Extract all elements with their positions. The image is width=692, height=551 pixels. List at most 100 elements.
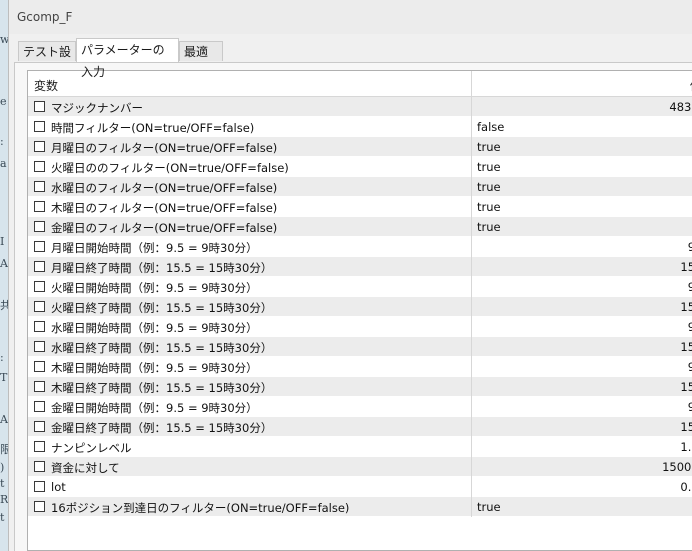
tab-test-settings[interactable]: テスト設定 (18, 41, 76, 79)
parameter-value[interactable]: 9.0 (688, 320, 692, 334)
cell-divider (471, 417, 472, 437)
parameter-value[interactable]: true (477, 500, 501, 514)
parameter-rows: マジックナンバー 48367 時間フィルター(ON=true/OFF=false) f… (28, 97, 692, 517)
optimize-checkbox[interactable] (34, 101, 45, 112)
optimize-checkbox[interactable] (34, 381, 45, 392)
parameter-name: 水曜日のフィルター(ON=true/OFF=false) (51, 181, 278, 195)
optimize-checkbox[interactable] (34, 261, 45, 272)
optimize-checkbox[interactable] (34, 141, 45, 152)
optimize-checkbox[interactable] (34, 221, 45, 232)
parameter-value[interactable]: true (477, 140, 501, 154)
parameter-value[interactable]: 9.0 (688, 360, 692, 374)
parameter-value[interactable]: 15.0 (680, 260, 692, 274)
column-divider[interactable] (471, 71, 472, 96)
optimize-checkbox[interactable] (34, 301, 45, 312)
parameter-name: 金曜日開始時間（例：9.5 = 9時30分） (51, 401, 258, 415)
cell-divider (471, 437, 472, 457)
parameter-name: 月曜日開始時間（例：9.5 = 9時30分） (51, 241, 258, 255)
optimize-checkbox[interactable] (34, 121, 45, 132)
parameter-value[interactable]: 0.01 (680, 480, 692, 494)
parameter-value[interactable]: 1.25 (680, 440, 692, 454)
table-row[interactable]: lot 0.01 (28, 477, 692, 497)
parameter-name: 月曜日のフィルター(ON=true/OFF=false) (51, 141, 278, 155)
cell-divider (471, 217, 472, 237)
parameter-value[interactable]: true (477, 160, 501, 174)
table-row[interactable]: 水曜日開始時間（例：9.5 = 9時30分） 9.0 (28, 317, 692, 337)
optimize-checkbox[interactable] (34, 341, 45, 352)
parameter-value[interactable]: true (477, 180, 501, 194)
column-header-variable[interactable]: 変数 (34, 77, 58, 94)
parameter-value[interactable]: 48367 (669, 100, 692, 114)
parameter-value[interactable]: 9.0 (688, 400, 692, 414)
parameter-name: 火曜日終了時間（例：15.5 = 15時30分） (51, 301, 273, 315)
table-row[interactable]: 金曜日のフィルター(ON=true/OFF=false) true (28, 217, 692, 237)
tab-optimization[interactable]: 最適化 (179, 41, 223, 79)
optimize-checkbox[interactable] (34, 401, 45, 412)
table-row[interactable]: 資金に対して 150000 (28, 457, 692, 477)
table-row[interactable]: 火曜日開始時間（例：9.5 = 9時30分） 9.0 (28, 277, 692, 297)
parameter-value[interactable]: 9.0 (688, 240, 692, 254)
cell-divider (471, 297, 472, 317)
tab-panel: 変数 値 マジックナンバー 48367 時間フィルター(ON=true/OFF=fa… (14, 63, 692, 551)
parameter-name: 資金に対して (51, 461, 120, 475)
parameter-name: 16ポジション到達日のフィルター(ON=true/OFF=false) (51, 501, 350, 515)
table-row[interactable]: マジックナンバー 48367 (28, 97, 692, 117)
table-row[interactable]: 水曜日のフィルター(ON=true/OFF=false) true (28, 177, 692, 197)
table-row[interactable]: 木曜日開始時間（例：9.5 = 9時30分） 9.0 (28, 357, 692, 377)
optimize-checkbox[interactable] (34, 481, 45, 492)
table-row[interactable]: 金曜日終了時間（例：15.5 = 15時30分） 15.0 (28, 417, 692, 437)
title-bar: Gcomp_F (9, 0, 692, 34)
optimize-checkbox[interactable] (34, 321, 45, 332)
cell-divider (471, 177, 472, 197)
parameter-value[interactable]: 15.0 (680, 340, 692, 354)
optimize-checkbox[interactable] (34, 161, 45, 172)
cell-divider (471, 457, 472, 477)
parameter-name: 金曜日のフィルター(ON=true/OFF=false) (51, 221, 278, 235)
cell-divider (471, 237, 472, 257)
table-row[interactable]: 水曜日終了時間（例：15.5 = 15時30分） 15.0 (28, 337, 692, 357)
table-row[interactable]: 月曜日開始時間（例：9.5 = 9時30分） 9.0 (28, 237, 692, 257)
tab-parameter-input[interactable]: パラメーターの入力 (76, 38, 179, 79)
optimize-checkbox[interactable] (34, 501, 45, 512)
table-row[interactable]: 月曜日のフィルター(ON=true/OFF=false) true (28, 137, 692, 157)
optimize-checkbox[interactable] (34, 361, 45, 372)
parameter-value[interactable]: true (477, 200, 501, 214)
optimize-checkbox[interactable] (34, 421, 45, 432)
table-row[interactable]: 木曜日のフィルター(ON=true/OFF=false) true (28, 197, 692, 217)
table-row[interactable]: 16ポジション到達日のフィルター(ON=true/OFF=false) true (28, 497, 692, 517)
parameter-value[interactable]: false (477, 120, 504, 134)
grid-header: 変数 値 (28, 71, 692, 97)
parameter-value[interactable]: true (477, 220, 501, 234)
table-row[interactable]: 月曜日終了時間（例：15.5 = 15時30分） 15.0 (28, 257, 692, 277)
parameter-value[interactable]: 150000 (662, 460, 692, 474)
table-row[interactable]: ナンピンレベル 1.25 (28, 437, 692, 457)
parameter-value[interactable]: 15.0 (680, 380, 692, 394)
parameter-name: 月曜日終了時間（例：15.5 = 15時30分） (51, 261, 273, 275)
cell-divider (471, 157, 472, 177)
parameter-name: 水曜日終了時間（例：15.5 = 15時30分） (51, 341, 273, 355)
optimize-checkbox[interactable] (34, 441, 45, 452)
table-row[interactable]: 木曜日終了時間（例：15.5 = 15時30分） 15.0 (28, 377, 692, 397)
cell-divider (471, 137, 472, 157)
table-row[interactable]: 時間フィルター(ON=true/OFF=false) false (28, 117, 692, 137)
optimize-checkbox[interactable] (34, 461, 45, 472)
parameter-value[interactable]: 9.0 (688, 280, 692, 294)
optimize-checkbox[interactable] (34, 181, 45, 192)
cell-divider (471, 317, 472, 337)
cell-divider (471, 257, 472, 277)
table-row[interactable]: 火曜日終了時間（例：15.5 = 15時30分） 15.0 (28, 297, 692, 317)
parameter-name: 木曜日開始時間（例：9.5 = 9時30分） (51, 361, 258, 375)
parameter-name: 火曜日開始時間（例：9.5 = 9時30分） (51, 281, 258, 295)
cell-divider (471, 477, 472, 497)
parameter-name: マジックナンバー (51, 101, 143, 115)
parameter-value[interactable]: 15.0 (680, 300, 692, 314)
parameter-name: 金曜日終了時間（例：15.5 = 15時30分） (51, 421, 273, 435)
table-row[interactable]: 金曜日開始時間（例：9.5 = 9時30分） 9.0 (28, 397, 692, 417)
table-row[interactable]: 火曜日ののフィルター(ON=true/OFF=false) true (28, 157, 692, 177)
tester-window: Gcomp_F テスト設定 パラメーターの入力 最適化 変数 値 マジックナンバ… (8, 0, 692, 551)
optimize-checkbox[interactable] (34, 281, 45, 292)
optimize-checkbox[interactable] (34, 201, 45, 212)
parameter-name: 木曜日のフィルター(ON=true/OFF=false) (51, 201, 278, 215)
optimize-checkbox[interactable] (34, 241, 45, 252)
parameter-value[interactable]: 15.0 (680, 420, 692, 434)
